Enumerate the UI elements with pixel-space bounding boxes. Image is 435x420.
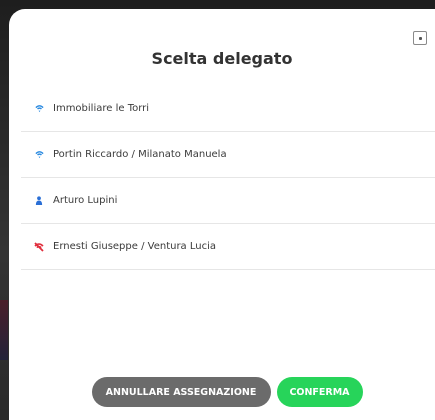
delegate-item-portin-milanato[interactable]: Portin Riccardo / Milanato Manuela	[21, 132, 435, 178]
delegate-item-immobiliare-le-torri[interactable]: Immobiliare le Torri	[21, 86, 435, 132]
delegate-list: Immobiliare le Torri Portin Riccardo / M…	[21, 86, 435, 270]
confirm-button[interactable]: CONFERMA	[276, 377, 363, 407]
dialog-title: Scelta delegato	[151, 49, 293, 68]
delegate-label: Portin Riccardo / Milanato Manuela	[53, 149, 227, 160]
cancel-assignment-button[interactable]: ANNULLARE ASSEGNAZIONE	[91, 377, 271, 407]
wifi-icon	[33, 149, 45, 161]
backdrop-stripe	[0, 300, 8, 360]
delegate-label: Arturo Lupini	[53, 195, 118, 206]
person-icon	[33, 195, 45, 207]
delegate-picker-dialog: Scelta delegato Immobiliare le Torri Por…	[9, 9, 435, 420]
delegate-label: Ernesti Giuseppe / Ventura Lucia	[53, 241, 217, 252]
close-icon	[418, 36, 422, 40]
delegate-item-ernesti-ventura[interactable]: Ernesti Giuseppe / Ventura Lucia	[21, 224, 435, 270]
broken-signal-icon	[33, 241, 45, 253]
dialog-actions: ANNULLARE ASSEGNAZIONE CONFERMA	[9, 377, 435, 407]
delegate-item-arturo-lupini[interactable]: Arturo Lupini	[21, 178, 435, 224]
close-button[interactable]	[413, 31, 427, 45]
delegate-label: Immobiliare le Torri	[53, 103, 150, 114]
wifi-icon	[33, 103, 45, 115]
